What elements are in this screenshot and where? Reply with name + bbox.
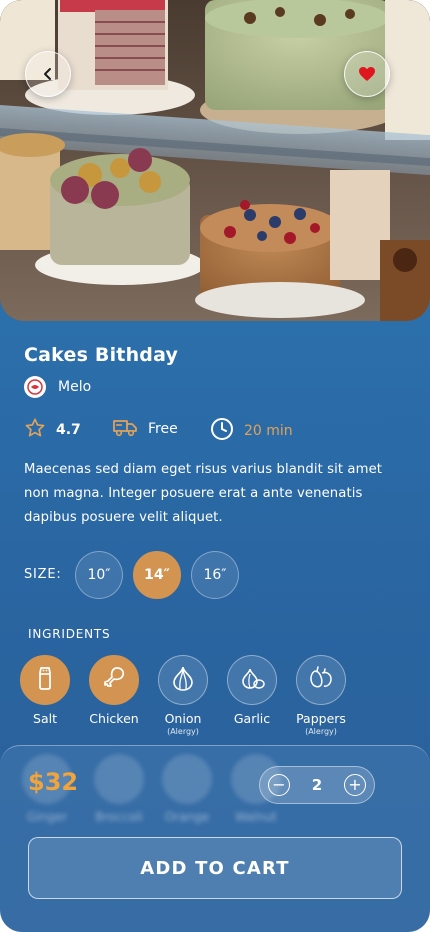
allergy-note: (Alergy) — [167, 727, 199, 736]
favorite-button[interactable] — [344, 51, 390, 97]
ingredient-name: Pappers — [296, 711, 346, 726]
shop-name: Melo — [58, 379, 92, 395]
ingredient-chicken[interactable]: Chicken — [79, 655, 149, 726]
ingredient-name: Walnut — [235, 810, 277, 824]
add-to-cart-button[interactable]: ADD TO CART — [28, 837, 402, 899]
ingredients-label: INGRIDENTS — [28, 627, 111, 641]
star-icon — [24, 417, 46, 443]
ingredient-icon-wrap — [296, 655, 346, 705]
ingredient-name: Salt — [33, 711, 57, 726]
time-text: 20 min — [244, 423, 293, 439]
size-label: SIZE: — [24, 567, 62, 582]
shop-logo-icon — [24, 376, 46, 398]
delivery-time: 20 min — [210, 417, 293, 445]
quantity-stepper: − 2 + — [259, 766, 375, 804]
ingredient-name: Garlic — [233, 711, 271, 726]
size-option-16[interactable]: 16″ — [191, 551, 239, 599]
size-option-10[interactable]: 10″ — [75, 551, 123, 599]
rating: 4.7 — [24, 417, 81, 443]
product-description: Maecenas sed diam eget risus varius blan… — [24, 462, 383, 525]
orange-icon — [162, 754, 212, 804]
ingredient-icon-wrap — [89, 655, 139, 705]
shop-info[interactable]: Melo — [24, 376, 91, 398]
cart-panel: Ginger Broccoli Orange Walnut $32 − 2 + … — [0, 745, 430, 932]
truck-icon — [112, 417, 138, 441]
ingredient-onion[interactable]: Onion (Alergy) — [148, 655, 218, 736]
chevron-left-icon — [41, 67, 55, 81]
ingredient-name: Chicken — [89, 711, 139, 726]
product-title: Cakes Bithday — [24, 344, 179, 366]
delivery-info: Free — [112, 417, 178, 441]
ingredient-name: Orange — [164, 810, 210, 824]
ingredient-icon-wrap — [158, 655, 208, 705]
quantity-value: 2 — [311, 776, 323, 794]
ingredient-peppers[interactable]: Pappers (Alergy) — [286, 655, 356, 736]
ingredient-icon-wrap — [227, 655, 277, 705]
allergy-note: (Alergy) — [305, 727, 337, 736]
clock-icon — [210, 417, 234, 445]
product-detail-screen: Cakes Bithday Melo 4.7 Free 20 min Maece… — [0, 0, 430, 932]
ingredient-orange[interactable]: Orange — [157, 754, 217, 824]
ingredient-name: Broccoli — [95, 810, 143, 824]
ingredient-broccoli[interactable]: Broccoli — [89, 754, 149, 824]
heart-icon — [358, 66, 376, 82]
ingredient-name: Onion — [164, 711, 202, 726]
decrease-quantity-button[interactable]: − — [268, 774, 290, 796]
cake-showcase-illustration — [0, 0, 430, 321]
ingredient-garlic[interactable]: Garlic — [217, 655, 287, 726]
size-option-14[interactable]: 14″ — [133, 551, 181, 599]
back-button[interactable] — [25, 51, 71, 97]
ingredient-salt[interactable]: Salt — [10, 655, 80, 726]
chicken-leg-icon — [101, 665, 127, 695]
ingredient-name: Ginger — [26, 810, 68, 824]
increase-quantity-button[interactable]: + — [344, 774, 366, 796]
broccoli-icon — [94, 754, 144, 804]
salt-shaker-icon — [34, 665, 56, 695]
ingredient-icon-wrap — [20, 655, 70, 705]
product-hero-image — [0, 0, 430, 321]
delivery-text: Free — [148, 421, 178, 437]
rating-value: 4.7 — [56, 422, 81, 438]
price: $32 — [28, 768, 79, 796]
peppers-icon — [307, 665, 335, 695]
garlic-icon — [238, 665, 266, 695]
onion-icon — [170, 664, 196, 696]
